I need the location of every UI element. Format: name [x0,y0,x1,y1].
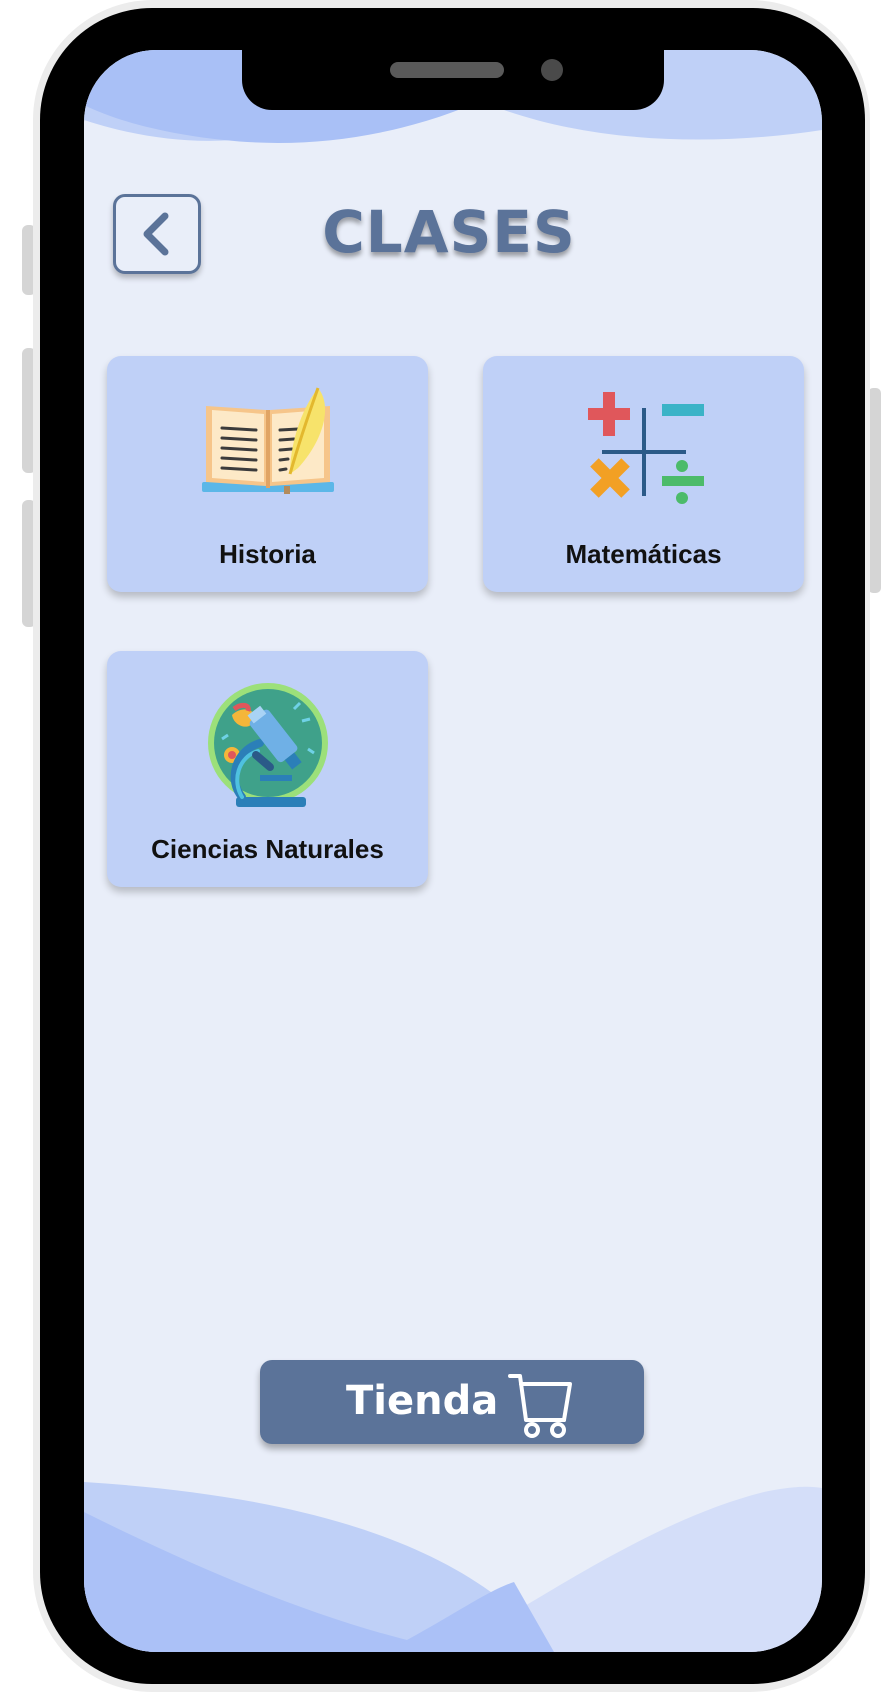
back-button[interactable] [113,194,201,274]
math-operators-icon [587,392,704,504]
shopping-cart-icon [508,1374,572,1438]
shop-button-label: Tienda [346,1378,499,1424]
microscope-icon [207,683,328,807]
bottom-wave-decoration [84,1482,822,1652]
class-card-label: Matemáticas [565,539,722,569]
device-mockup: CLASES Historia Matemáticas Ciencias Nat… [0,0,881,1692]
front-camera [541,59,563,81]
app-screen: CLASES Historia Matemáticas Ciencias Nat… [84,50,822,1652]
speaker-grille [390,62,504,78]
class-card-historia[interactable]: Historia [107,356,428,592]
notch [242,50,664,110]
page-title: CLASES [322,198,576,266]
class-card-matematicas[interactable]: Matemáticas [483,356,804,592]
class-card-ciencias-naturales[interactable]: Ciencias Naturales [107,651,428,887]
class-card-label: Ciencias Naturales [151,834,384,864]
shop-button[interactable]: Tienda [260,1360,644,1444]
open-book-quill-icon [201,387,334,494]
class-card-label: Historia [219,539,316,569]
chevron-left-icon [143,212,169,256]
